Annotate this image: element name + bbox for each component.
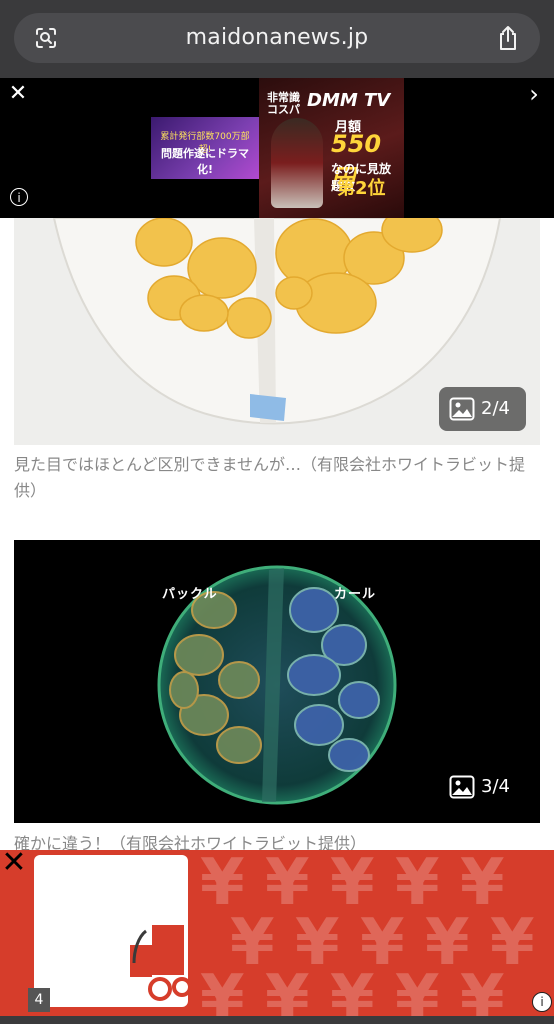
ad-person-image	[271, 118, 323, 208]
ad-info-icon[interactable]: i	[10, 188, 28, 206]
ad-drama-line2: 問題作遂にドラマ化!	[161, 147, 249, 176]
ad-rank: 第2位	[337, 178, 386, 199]
lens-icon[interactable]	[34, 26, 58, 50]
bottom-ad-number: 4	[28, 988, 50, 1012]
photo-icon	[449, 397, 475, 421]
ad-creative-dmmtv[interactable]: 非常識コスパ DMM TV 月額 550円 なのに見放題数 第2位	[259, 78, 404, 218]
yen-pattern: ¥	[395, 962, 440, 1016]
address-bar[interactable]: maidonanews.jp	[14, 13, 540, 63]
image-counter-2[interactable]: 3/4	[439, 765, 526, 809]
ad-product-card[interactable]	[34, 855, 192, 1007]
yen-pattern: ¥	[460, 962, 505, 1016]
ad-creative-drama[interactable]: 累計発行部数700万部超! 問題作遂にドラマ化!	[151, 117, 259, 179]
yen-pattern: ¥	[265, 962, 310, 1016]
scan-label-right: カール	[334, 587, 377, 602]
bottom-browser-edge	[0, 1016, 554, 1024]
image-counter-text: 2/4	[481, 398, 510, 419]
scan-label-left: パックル	[162, 587, 218, 602]
bottom-ad-banner[interactable]: ¥ ¥ ¥ ¥ ¥ ¥ ¥ ¥ ¥ ¥ ¥ ¥ ¥ ¥ ¥ ✕ 4 i	[0, 850, 554, 1016]
ad-next-icon[interactable]: ›	[524, 82, 544, 106]
browser-toolbar: maidonanews.jp	[0, 0, 554, 78]
ad-brand: DMM TV	[307, 90, 391, 111]
ad-close-icon[interactable]: ✕	[8, 83, 28, 105]
image-caption-1: 見た目ではほとんど区別できませんが…（有限会社ホワイトラビット提供）	[14, 455, 526, 500]
photo-icon	[449, 775, 475, 799]
yen-pattern: ¥	[200, 962, 245, 1016]
delivery-scooter-icon	[130, 925, 192, 1001]
image-counter-1[interactable]: 2/4	[439, 387, 526, 431]
share-icon[interactable]	[496, 25, 520, 51]
bottom-ad-close-icon[interactable]: ✕	[0, 850, 28, 878]
url-text[interactable]: maidonanews.jp	[14, 13, 540, 63]
yen-pattern: ¥	[330, 962, 375, 1016]
top-ad-banner[interactable]: ✕ › i 累計発行部数700万部超! 問題作遂にドラマ化! 非常識コスパ DM…	[0, 78, 554, 218]
ad-tag: 非常識コスパ	[267, 91, 300, 116]
bottom-ad-info-icon[interactable]: i	[532, 992, 552, 1012]
image-counter-text: 3/4	[481, 776, 510, 797]
